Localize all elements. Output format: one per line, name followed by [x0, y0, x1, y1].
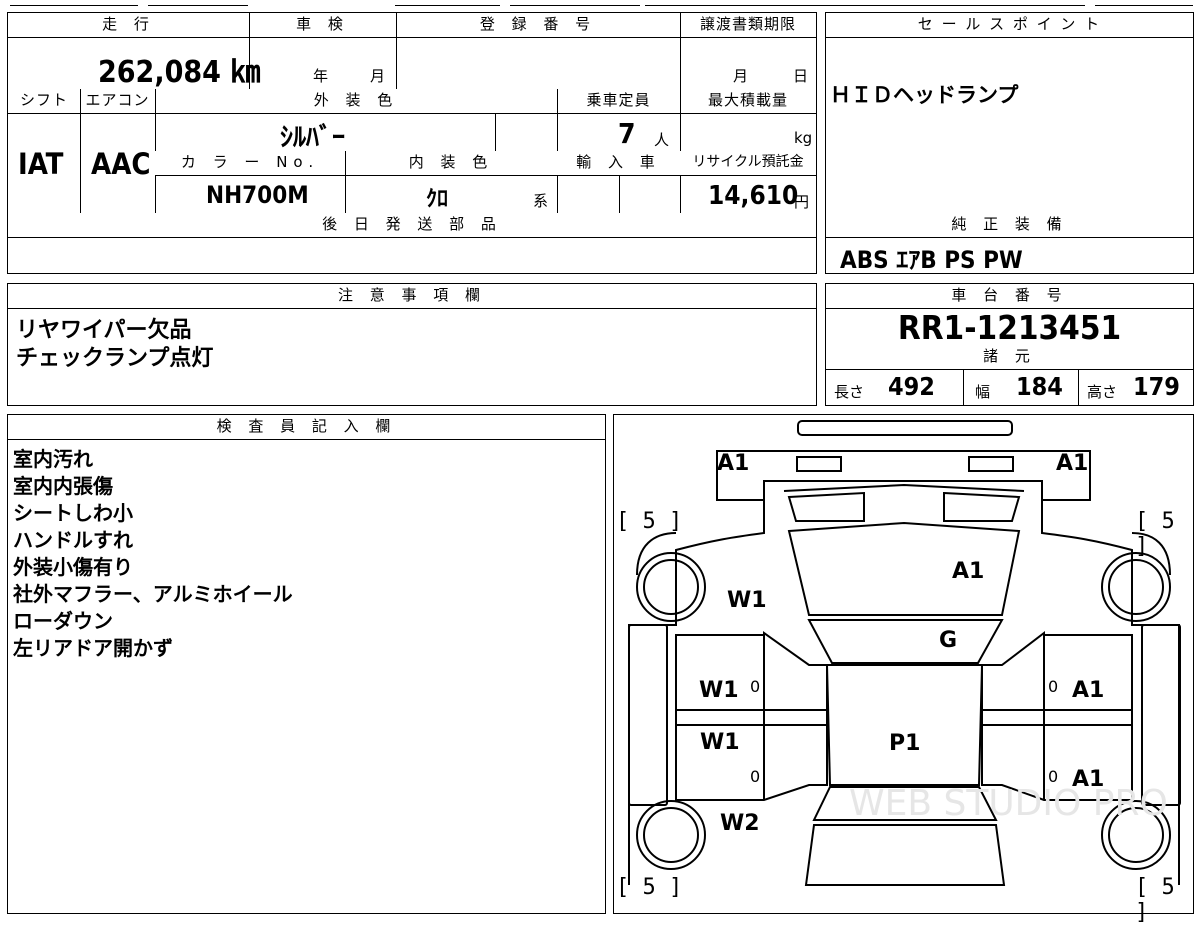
watermark-text: WEB STUDIO PRO [849, 783, 1168, 824]
top-strip [0, 0, 1200, 8]
max-load-header: 最大積載量 [680, 89, 816, 113]
label-w1-front-door: W1 [699, 678, 739, 703]
tire-front-left: [ 5 ] [616, 509, 683, 534]
label-a1-right-front-door: A1 [1072, 678, 1105, 703]
tire-rear-right: [ 5 ] [1135, 875, 1175, 925]
exterior-color-value: ｼﾙﾊﾞｰ [280, 123, 346, 153]
ac-value: AAC [91, 147, 151, 181]
genuine-equipment-text: ABS ｴｱB PS PW [840, 246, 1023, 274]
car-diagram-box: WEB STUDIO PRO A1 A1 A1 W1 G W1 W1 A1 A1… [613, 414, 1194, 925]
shift-value: IAT [18, 147, 64, 181]
specs-header: 諸 元 [826, 345, 1193, 369]
inspector-line-8: 左リアドア開かず [13, 636, 173, 660]
label-w1-rear-door: W1 [700, 730, 740, 755]
genuine-equipment-header: 純 正 装 備 [826, 213, 1193, 237]
inspector-line-2: 室内内張傷 [13, 474, 113, 498]
shaken-header: 車 検 [249, 13, 396, 37]
shift-header: シフト [8, 89, 80, 113]
transfer-day: 日 [793, 67, 809, 85]
label-w1-windshield: W1 [727, 588, 767, 613]
mileage-value: 262,084 ㎞ [98, 55, 261, 90]
notes-line-2: チェックランプ点灯 [16, 346, 214, 371]
import-header: 輸 入 車 [557, 151, 680, 175]
chassis-number: RR1-1213451 [897, 308, 1122, 347]
notes-box: 注 意 事 項 欄 リヤワイパー欠品 チェックランプ点灯 [7, 283, 817, 406]
label-g-windshield: G [939, 628, 958, 653]
capacity-header: 乗車定員 [557, 89, 680, 113]
door-handle-mark-1: 0 [750, 677, 761, 696]
color-no-value: NH700M [206, 181, 309, 209]
sales-point-text: ＨＩＤヘッドランプ [830, 83, 1019, 107]
interior-color-value: ｸﾛ [426, 187, 449, 212]
capacity-unit: 人 [654, 131, 670, 149]
label-a1-hood: A1 [952, 559, 985, 584]
max-load-unit: kg [794, 129, 813, 147]
width-label: 幅 [975, 383, 991, 401]
inspector-line-4: ハンドルすれ [13, 528, 133, 552]
inspector-line-6: 社外マフラー、アルミホイール [13, 582, 293, 606]
exterior-color-header: 外 装 色 [155, 89, 557, 113]
door-handle-mark-4: 0 [1048, 767, 1059, 786]
height-value: 179 [1133, 372, 1180, 401]
color-no-header: カ ラ ー No. [155, 151, 345, 175]
sales-point-box: セ ー ル ス ポ イ ン ト ＨＩＤヘッドランプ 純 正 装 備 ABS ｴｱ… [825, 12, 1194, 274]
inspector-line-7: ローダウン [13, 609, 113, 633]
notes-header: 注 意 事 項 欄 [8, 284, 816, 308]
inspector-line-3: シートしわ小 [13, 501, 133, 525]
interior-color-header: 内 装 色 [345, 151, 557, 175]
label-w2-rear: W2 [720, 811, 760, 836]
width-value: 184 [1016, 372, 1063, 401]
label-a1-front-right: A1 [1056, 451, 1089, 476]
door-handle-mark-3: 0 [1048, 677, 1059, 696]
inspector-line-5: 外装小傷有り [13, 555, 133, 579]
shaken-year: 年 [313, 67, 329, 85]
capacity-value: 7 [618, 117, 636, 150]
car-diagram: WEB STUDIO PRO [628, 420, 1181, 886]
label-a1-right-rear-door: A1 [1072, 767, 1105, 792]
recycle-unit: 円 [794, 193, 810, 211]
recycle-header: リサイクル預託金 [680, 151, 816, 175]
ac-header: エアコン [80, 89, 155, 113]
transfer-month: 月 [733, 67, 749, 85]
recycle-value: 14,610 [708, 181, 799, 211]
registration-header: 登 録 番 号 [396, 13, 680, 37]
transfer-deadline-header: 譲渡書類期限 [680, 13, 816, 37]
later-parts-header: 後 日 発 送 部 品 [8, 213, 816, 237]
shaken-month: 月 [370, 67, 386, 85]
spec-table: 走 行 車 検 登 録 番 号 譲渡書類期限 262,084 ㎞ 年 月 月 日… [7, 12, 817, 274]
label-p1-roof: P1 [889, 731, 921, 756]
mileage-header: 走 行 [8, 13, 249, 37]
chassis-header: 車 台 番 号 [826, 284, 1193, 308]
chassis-box: 車 台 番 号 RR1-1213451 諸 元 長さ 492 幅 184 高さ … [825, 283, 1194, 406]
sales-point-header: セ ー ル ス ポ イ ン ト [826, 13, 1193, 37]
inspector-box: 検 査 員 記 入 欄 室内汚れ 室内内張傷 シートしわ小 ハンドルすれ 外装小… [7, 414, 606, 914]
door-handle-mark-2: 0 [750, 767, 761, 786]
tire-front-right: [ 5 ] [1135, 509, 1175, 559]
length-value: 492 [888, 372, 935, 401]
height-label: 高さ [1087, 383, 1118, 401]
inspector-header: 検 査 員 記 入 欄 [8, 415, 605, 439]
inspector-line-1: 室内汚れ [13, 447, 93, 471]
tire-rear-left: [ 5 ] [616, 875, 683, 900]
label-a1-front-left: A1 [717, 451, 750, 476]
interior-color-suffix: 系 [533, 192, 549, 210]
length-label: 長さ [834, 383, 865, 401]
